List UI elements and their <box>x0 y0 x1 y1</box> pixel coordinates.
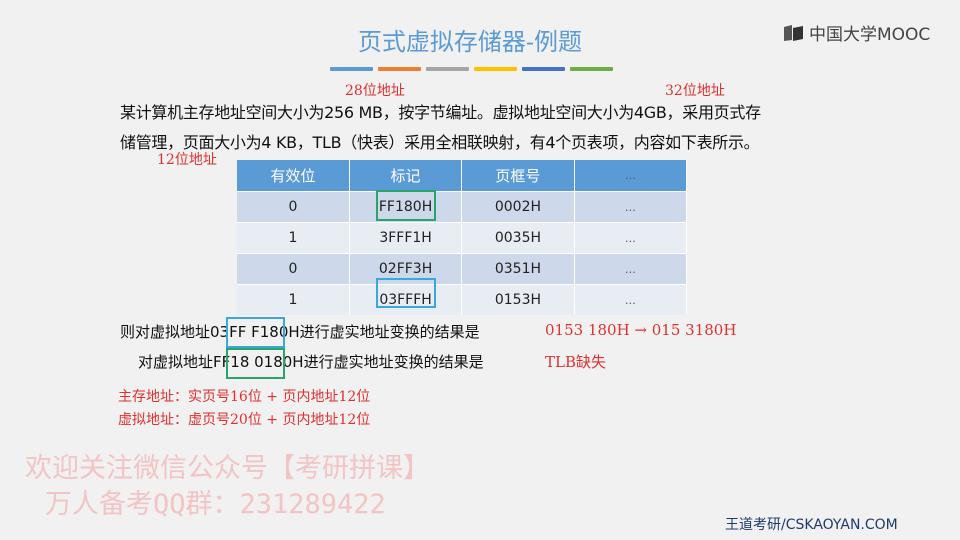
address-highlight-green <box>226 348 285 379</box>
cell-valid: 1 <box>237 284 350 315</box>
cell-more: … <box>574 284 688 315</box>
note-main-address: 主存地址：实页号16位 + 页内地址12位 <box>118 389 371 405</box>
problem-line-1: 某计算机主存地址空间大小为256 MB，按字节编址。虚拟地址空间大小为4GB，采… <box>120 103 761 122</box>
tag-highlight-green <box>376 190 436 221</box>
watermark-line-1: 欢迎关注微信公众号【考研拼课】 <box>25 453 430 484</box>
footer-brand: 王道考研/CSKAOYAN.COM <box>725 517 898 533</box>
accent-bar <box>378 67 421 71</box>
q1-suffix: 进行虚实地址变换的结果是 <box>299 323 480 341</box>
tag-highlight-blue <box>376 278 436 308</box>
cell-frame: 0035H <box>461 222 575 254</box>
answer-1: 0153 180H → 015 3180H <box>545 321 737 339</box>
table-row: 1 03FFFH 0153H… <box>237 284 688 315</box>
accent-bar <box>426 67 469 71</box>
question-1: 则对虚拟地址03FF F180H进行虚实地址变换的结果是 <box>120 321 480 342</box>
cell-frame: 0002H <box>461 191 575 223</box>
table-row: 0 FF180H 0002H… <box>237 191 688 223</box>
annotation-main-bits: 28位地址 <box>345 83 405 99</box>
cell-more: … <box>574 191 688 223</box>
header-more: … <box>574 160 688 192</box>
accent-bar <box>522 67 565 71</box>
cell-frame: 0153H <box>461 284 575 315</box>
header-frame: 页框号 <box>461 160 575 192</box>
header-tag: 标记 <box>349 160 463 192</box>
question-2: 对虚拟地址FF18 0180H进行虚实地址变换的结果是 <box>138 351 484 372</box>
table-header-row: 有效位 标记 页框号 … <box>237 160 688 192</box>
accent-bar <box>570 67 613 71</box>
table-row: 0 02FF3H 0351H… <box>237 253 688 285</box>
accent-bar <box>330 67 373 71</box>
annotation-virtual-bits: 32位地址 <box>665 83 725 99</box>
cell-more: … <box>574 222 688 254</box>
table-row: 1 3FFF1H 0035H… <box>237 222 688 254</box>
note-virtual-address: 虚拟地址：虚页号20位 + 页内地址12位 <box>118 412 371 428</box>
cell-valid: 1 <box>237 222 350 254</box>
mooc-book-icon <box>784 24 803 41</box>
cell-valid: 0 <box>237 253 350 285</box>
mooc-logo: 中国大学MOOC <box>783 20 930 45</box>
q2-prefix: 对虚拟地址 <box>138 353 214 371</box>
q2-suffix: 进行虚实地址变换的结果是 <box>303 353 484 371</box>
cell-valid: 0 <box>237 191 350 223</box>
q1-prefix: 则对虚拟地址 <box>120 323 211 341</box>
cell-frame: 0351H <box>461 253 575 285</box>
cell-more: … <box>574 253 688 285</box>
header-valid: 有效位 <box>237 160 350 192</box>
answer-2: TLB缺失 <box>545 353 606 371</box>
tlb-table: 有效位 标记 页框号 … 0 FF180H 0002H… 1 3FFF1H 0035H… 0… <box>237 160 688 315</box>
address-highlight-blue <box>226 317 285 348</box>
logo-text: 中国大学MOOC <box>809 25 931 45</box>
accent-bar <box>474 67 517 71</box>
problem-line-2: 储管理，页面大小为4 KB，TLB（快表）采用全相联映射，有4个页表项，内容如下… <box>120 133 760 152</box>
cell-tag: 3FFF1H <box>349 222 463 254</box>
watermark-line-2: 万人备考QQ群：231289422 <box>45 489 386 520</box>
accent-bars <box>330 67 613 71</box>
